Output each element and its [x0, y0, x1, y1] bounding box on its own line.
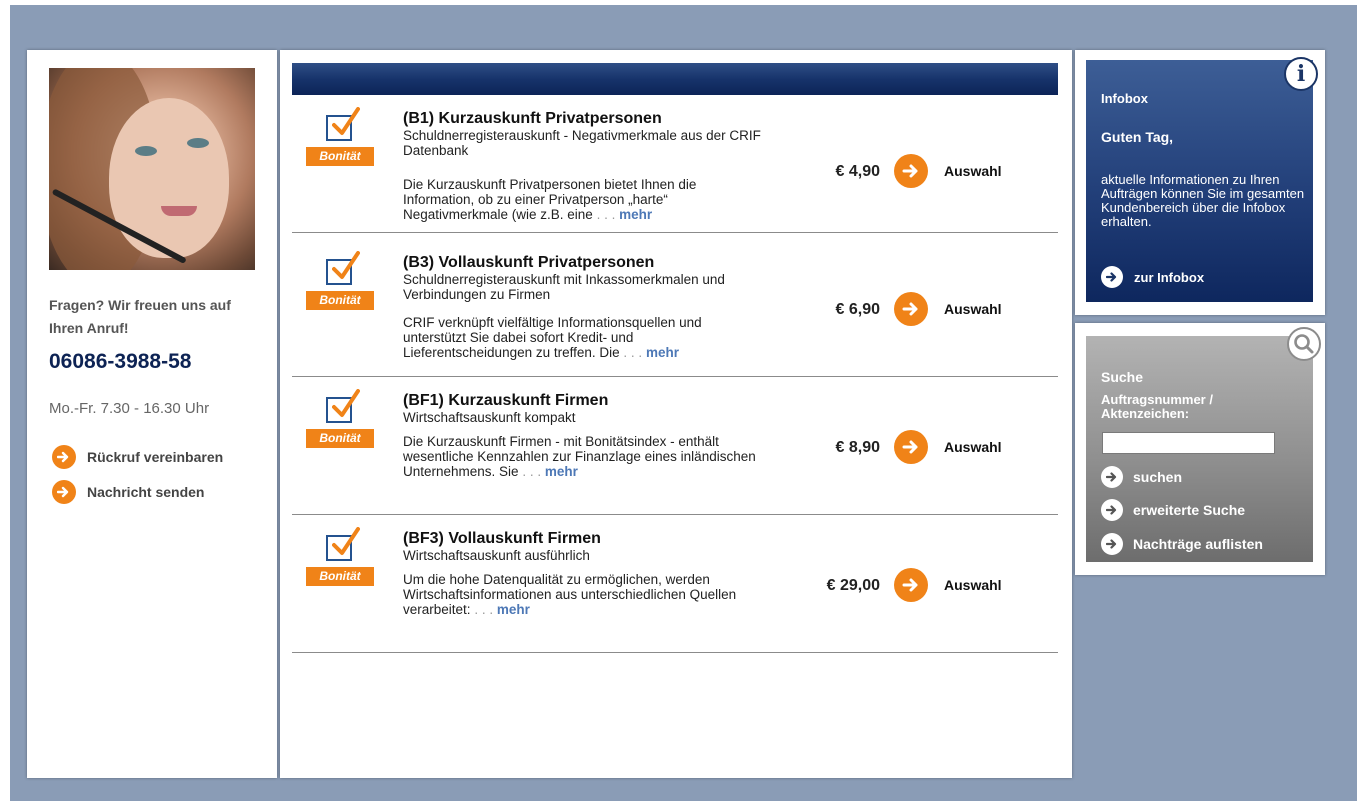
product-item: Bonität (BF1) Kurzauskunft Firmen Wirtsc… [292, 377, 1058, 515]
search-link[interactable]: suchen [1101, 466, 1182, 488]
product-item: Bonität (B3) Vollauskunft Privatpersonen… [292, 239, 1058, 377]
bonitaet-badge: Bonität [306, 527, 374, 589]
product-description: CRIF verknüpft vielfältige Informationsq… [403, 315, 702, 360]
arrow-right-icon [1101, 466, 1123, 488]
product-price: € 29,00 [826, 577, 880, 594]
more-link[interactable]: mehr [497, 602, 530, 617]
product-list-panel: Bonität (B1) Kurzauskunft Privatpersonen… [280, 50, 1072, 778]
message-link[interactable]: Nachricht senden [52, 479, 204, 505]
message-label: Nachricht senden [87, 484, 205, 500]
search-icon[interactable] [1287, 327, 1321, 361]
more-link[interactable]: mehr [646, 345, 679, 360]
contact-panel: Fragen? Wir freuen uns auf Ihren Anruf! … [27, 50, 277, 778]
infobox-link[interactable]: zur Infobox [1101, 266, 1204, 288]
checkmark-icon [332, 527, 360, 555]
select-button[interactable]: Auswahl [894, 568, 1002, 602]
contact-question: Fragen? Wir freuen uns auf Ihren Anruf! [49, 297, 231, 336]
arrow-right-icon [52, 445, 76, 469]
arrow-right-icon [1101, 499, 1123, 521]
arrow-right-icon [52, 480, 76, 504]
search-title: Suche [1101, 369, 1144, 385]
select-button[interactable]: Auswahl [894, 430, 1002, 464]
checkmark-icon [332, 251, 360, 279]
product-item: Bonität (B1) Kurzauskunft Privatpersonen… [292, 95, 1058, 233]
arrow-right-icon [1101, 266, 1123, 288]
order-number-label: Auftragsnummer / Aktenzeichen: [1101, 392, 1213, 421]
infobox-title: Infobox [1101, 91, 1148, 106]
product-title: (B3) Vollauskunft Privatpersonen [403, 254, 655, 271]
infobox-text: aktuelle Informationen zu Ihren Aufträge… [1101, 172, 1305, 229]
product-list-header-bar [292, 63, 1058, 95]
select-button[interactable]: Auswahl [894, 292, 1002, 326]
arrow-right-icon [894, 568, 928, 602]
support-agent-photo [49, 68, 255, 270]
callback-link[interactable]: Rückruf vereinbaren [52, 444, 223, 470]
arrow-right-icon [1101, 533, 1123, 555]
select-button[interactable]: Auswahl [894, 154, 1002, 188]
advanced-search-link[interactable]: erweiterte Suche [1101, 499, 1245, 521]
infobox: Infobox Guten Tag, aktuelle Informatione… [1086, 60, 1313, 302]
callback-label: Rückruf vereinbaren [87, 449, 224, 465]
product-description: Die Kurzauskunft Firmen - mit Bonitätsin… [403, 434, 756, 479]
product-description: Um die hohe Datenqualität zu ermöglichen… [403, 572, 737, 617]
bonitaet-badge: Bonität [306, 389, 374, 451]
more-link[interactable]: mehr [619, 207, 652, 222]
product-subtitle: Schuldnerregisterauskunft mit Inkassomer… [403, 272, 725, 302]
bonitaet-badge: Bonität [306, 251, 374, 313]
arrow-right-icon [894, 154, 928, 188]
search-box: Suche Auftragsnummer / Aktenzeichen: suc… [1086, 336, 1313, 562]
infobox-panel: Infobox Guten Tag, aktuelle Informatione… [1075, 50, 1325, 315]
contact-hours: Mo.-Fr. 7.30 - 16.30 Uhr [49, 400, 210, 417]
product-description: Die Kurzauskunft Privatpersonen bietet I… [403, 177, 697, 222]
arrow-right-icon [894, 292, 928, 326]
product-item: Bonität (BF3) Vollauskunft Firmen Wirtsc… [292, 515, 1058, 653]
contact-phone: 06086-3988-58 [49, 350, 192, 373]
checkmark-icon [332, 389, 360, 417]
product-price: € 8,90 [835, 439, 880, 456]
more-link[interactable]: mehr [545, 464, 578, 479]
product-subtitle: Schuldnerregisterauskunft - Negativmerkm… [403, 128, 761, 158]
product-price: € 4,90 [835, 163, 880, 180]
list-supplements-link[interactable]: Nachträge auflisten [1101, 533, 1263, 555]
product-subtitle: Wirtschaftsauskunft ausführlich [403, 548, 590, 563]
search-panel: Suche Auftragsnummer / Aktenzeichen: suc… [1075, 323, 1325, 575]
infobox-greeting: Guten Tag, [1101, 129, 1174, 145]
product-title: (BF3) Vollauskunft Firmen [403, 530, 601, 547]
order-number-input[interactable] [1102, 432, 1275, 454]
info-icon[interactable]: i [1284, 57, 1318, 91]
product-subtitle: Wirtschaftsauskunft kompakt [403, 410, 576, 425]
arrow-right-icon [894, 430, 928, 464]
checkmark-icon [332, 107, 360, 135]
bonitaet-badge: Bonität [306, 107, 374, 169]
product-title: (B1) Kurzauskunft Privatpersonen [403, 110, 662, 127]
product-title: (BF1) Kurzauskunft Firmen [403, 392, 609, 409]
product-price: € 6,90 [835, 301, 880, 318]
